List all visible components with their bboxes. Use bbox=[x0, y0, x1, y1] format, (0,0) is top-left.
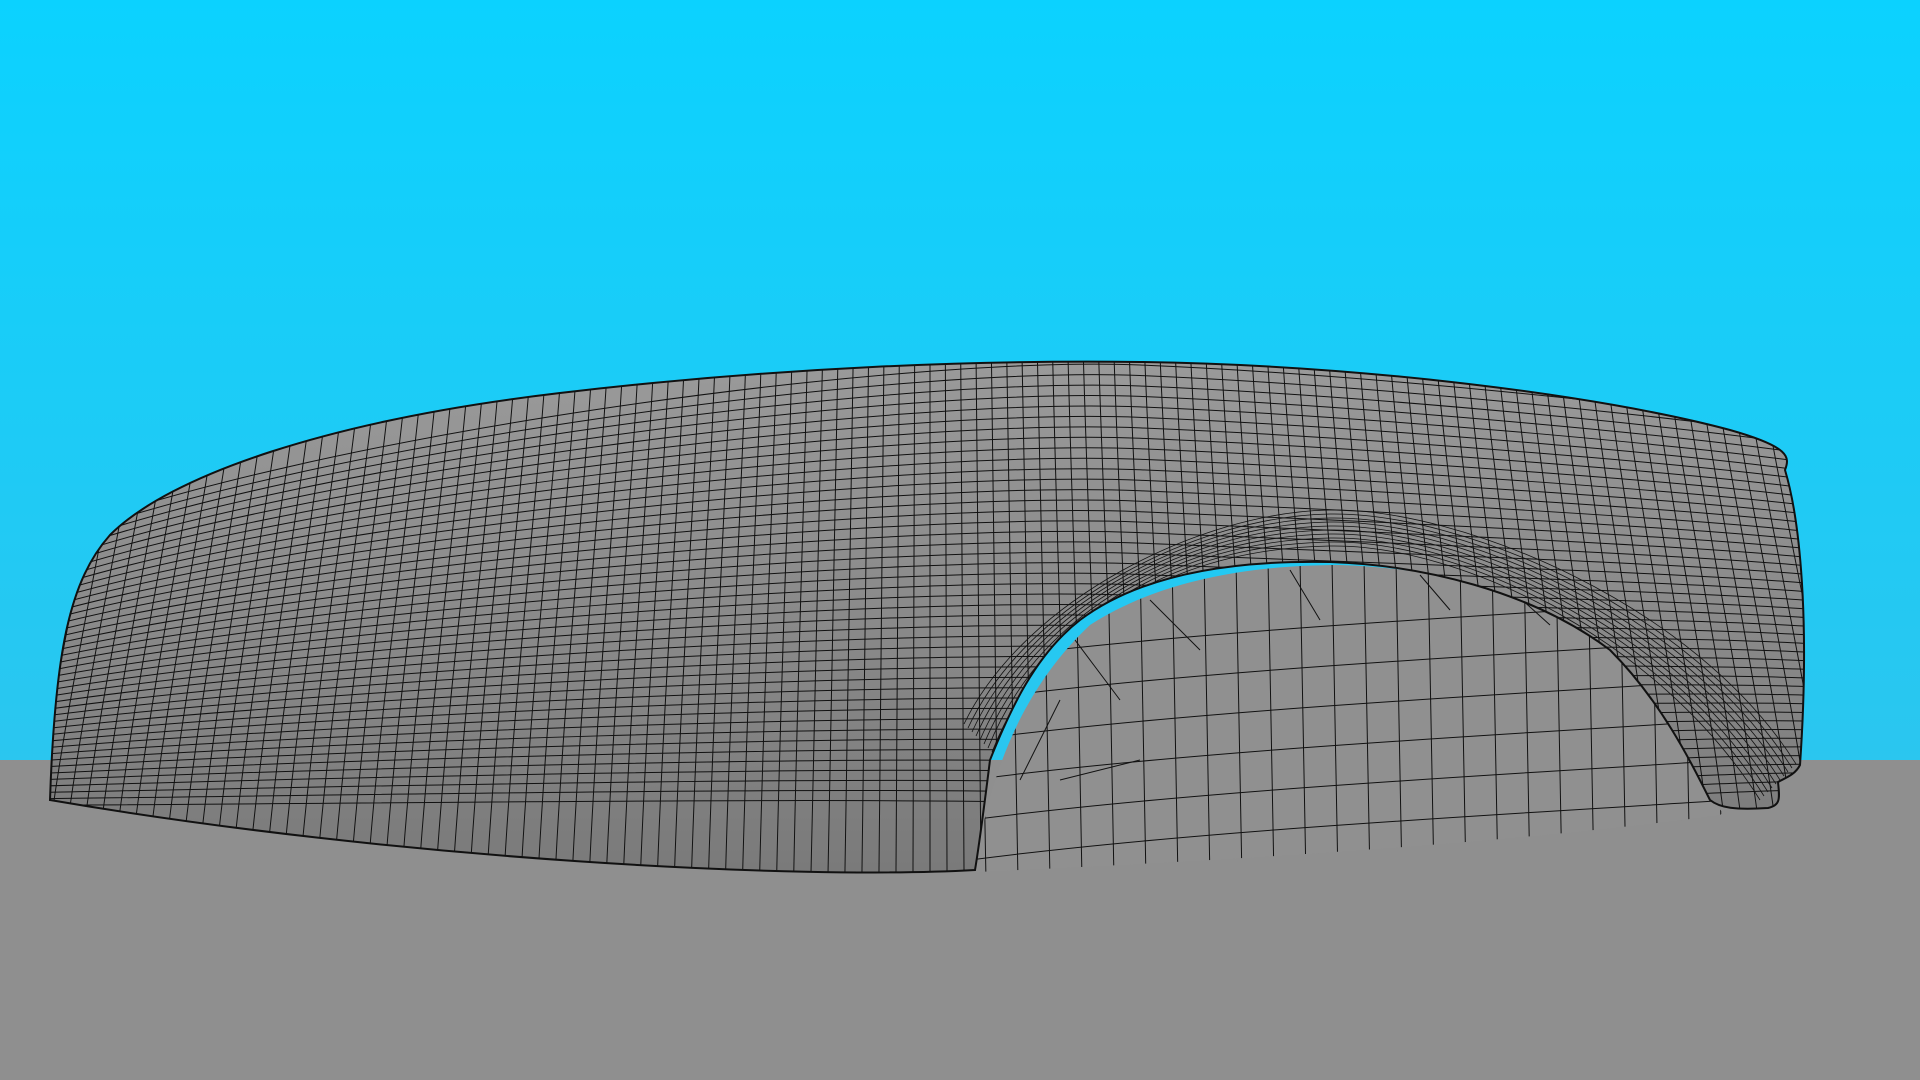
3d-viewport[interactable] bbox=[0, 0, 1920, 1080]
wireframe-scene[interactable] bbox=[0, 0, 1920, 1080]
